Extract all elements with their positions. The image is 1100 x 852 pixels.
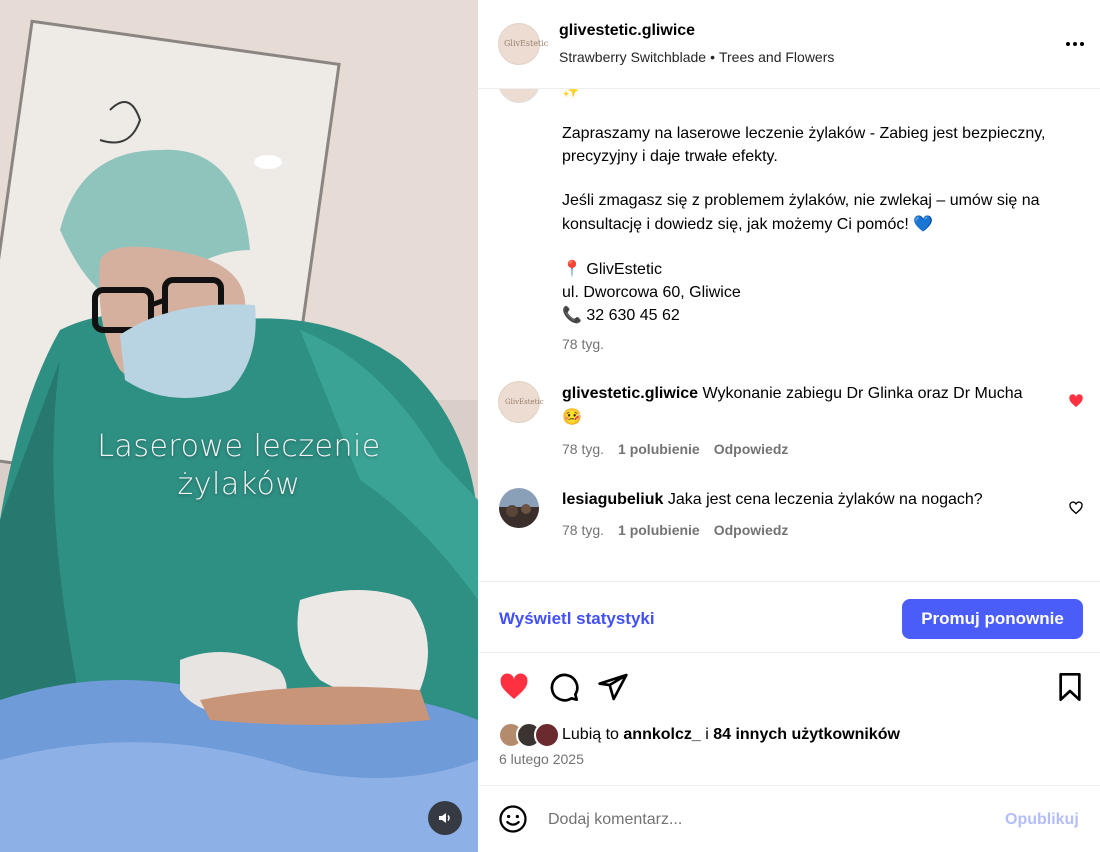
blue-heart-emoji: 💙 [913,213,934,233]
like-heart-icon[interactable] [498,671,530,703]
author-avatar[interactable]: GlivEstetic [498,23,549,65]
comment-meta: 78 tyg. 1 polubienie Odpowiedz [562,441,788,457]
comment-username[interactable]: glivestetic.gliwice [562,385,698,402]
comment-heart-outline-icon[interactable] [1068,500,1084,516]
caption-timestamp[interactable]: 78 tyg. [562,336,604,352]
reply-button[interactable]: Odpowiedz [714,441,789,457]
save-bookmark-icon[interactable] [1054,671,1086,703]
likes-text: Lubią to annkolcz_ i 84 innych użytkowni… [562,726,900,743]
add-comment-bar: Opublikuj [478,785,1100,852]
caption-paragraph-1: Zapraszamy na laserowe leczenie żylaków … [562,125,1046,165]
audio-attribution[interactable]: Strawberry Switchblade • Trees and Flowers [559,49,834,65]
song-title[interactable]: Strawberry Switchblade [559,49,706,65]
post-media[interactable]: Laserowe leczenie żylaków [0,0,478,852]
comment-likes-count[interactable]: 1 polubienie [618,441,700,457]
song-artist[interactable]: Trees and Flowers [719,49,834,65]
place-name: GlivEstetic [586,261,662,278]
boost-again-button[interactable]: Promuj ponownie [902,599,1083,639]
sick-face-emoji: 🤒 [562,406,582,426]
comment-avatar[interactable] [498,487,540,529]
reply-button[interactable]: Odpowiedz [714,522,789,538]
insights-bar: Wyświetl statystyki Promuj ponownie [478,581,1100,653]
overlay-line-1: Laserowe leczenie [97,429,381,464]
comment-text: glivestetic.gliwice Wykonanie zabiegu Dr… [562,385,1023,426]
share-icon[interactable] [597,671,629,703]
sparkle-emoji: ✨ [562,89,580,99]
caption-author-avatar[interactable] [498,89,540,103]
comment-likes-count[interactable]: 1 polubienie [618,522,700,538]
post-details-panel: GlivEstetic glivestetic.gliwice Strawber… [478,0,1100,852]
audio-toggle-button[interactable] [428,801,462,835]
avatar-logo-text: GlivEstetic [504,39,549,48]
comment-avatar[interactable]: GlivEstetic [498,381,544,423]
others-likes-link[interactable]: 84 innych użytkowników [713,726,900,743]
pin-icon: 📍 [562,259,582,278]
author-username[interactable]: glivestetic.gliwice [559,22,695,40]
post-date[interactable]: 6 lutego 2025 [499,751,584,767]
video-frame [0,0,478,852]
post-caption: Zapraszamy na laserowe leczenie żylaków … [562,123,1062,328]
comments-scroll-area[interactable]: ✨ Zapraszamy na laserowe leczenie żylakó… [478,89,1100,581]
comment-username[interactable]: lesiagubeliuk [562,491,663,508]
street-address: ul. Dworcowa 60, Gliwice [562,283,741,301]
comment-time[interactable]: 78 tyg. [562,522,604,538]
post-actions [478,665,1100,709]
phone-number: 32 630 45 62 [586,307,680,324]
comment-meta: 78 tyg. 1 polubienie Odpowiedz [562,522,788,538]
liker-avatar [534,722,560,748]
liker-avatars[interactable] [498,722,562,748]
post-comment-button[interactable]: Opublikuj [1005,811,1079,829]
video-overlay-caption: Laserowe leczenie żylaków [0,428,478,504]
emoji-picker-icon[interactable] [498,804,528,834]
comment-icon[interactable] [548,671,580,703]
likes-summary: Lubią to annkolcz_ i 84 innych użytkowni… [498,722,900,748]
comment-text: lesiagubeliuk Jaka jest cena leczenia ży… [562,491,983,508]
caption-paragraph-2: Jeśli zmagasz się z problemem żylaków, n… [562,192,1040,233]
post-header: GlivEstetic glivestetic.gliwice Strawber… [478,0,1100,89]
view-insights-link[interactable]: Wyświetl statystyki [499,609,655,629]
caption-address: 📍 GlivEstetic ul. Dworcowa 60, Gliwice 📞… [562,258,1062,328]
comment-heart-filled-icon[interactable] [1068,393,1084,409]
overlay-line-2: żylaków [177,467,301,502]
liker-username[interactable]: annkolcz_ [623,726,700,743]
more-options-icon[interactable] [1066,42,1088,48]
comment-time[interactable]: 78 tyg. [562,441,604,457]
comment-input[interactable] [548,807,968,833]
speaker-icon [439,813,450,823]
phone-icon: 📞 [562,305,582,324]
